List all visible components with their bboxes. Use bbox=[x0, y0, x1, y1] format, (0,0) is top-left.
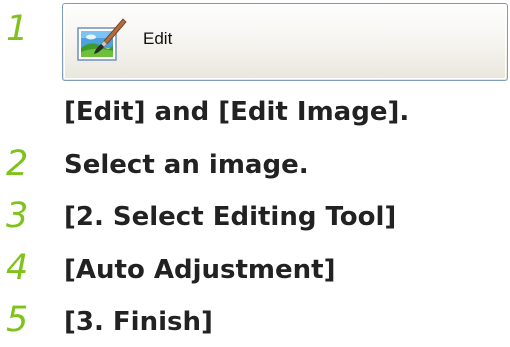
step-2-text: Select an image. bbox=[64, 150, 309, 180]
edit-button[interactable]: Edit bbox=[62, 3, 508, 81]
step-number-1: 1 bbox=[6, 9, 29, 49]
edit-button-label: Edit bbox=[143, 29, 173, 48]
edit-image-icon bbox=[77, 18, 127, 61]
step-5-text: [3. Finish] bbox=[64, 307, 213, 337]
step-1-text: [Edit] and [Edit Image]. bbox=[64, 97, 410, 127]
step-number-4: 4 bbox=[6, 248, 29, 288]
step-number-3: 3 bbox=[6, 196, 29, 236]
step-3-text: [2. Select Editing Tool] bbox=[64, 202, 397, 232]
step-number-2: 2 bbox=[6, 144, 29, 184]
step-4-text: [Auto Adjustment] bbox=[64, 255, 336, 285]
step-number-5: 5 bbox=[6, 300, 29, 340]
